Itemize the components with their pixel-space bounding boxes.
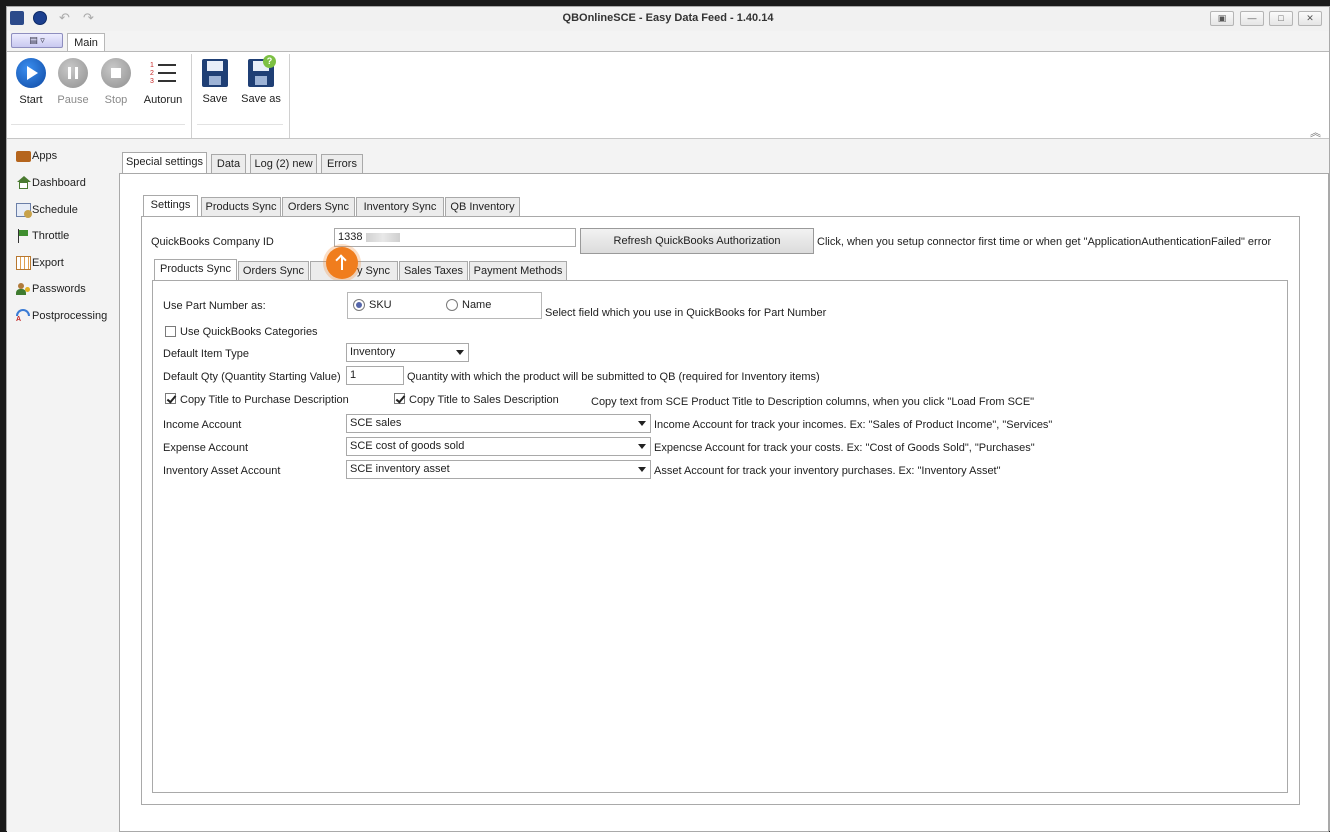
radio-name-label: Name — [462, 299, 492, 311]
floppy-disk-question-icon: ? — [248, 55, 276, 87]
copy-purchase-checkbox[interactable] — [165, 393, 176, 404]
item-type-label: Default Item Type — [163, 348, 250, 360]
ribbon-group-footer — [197, 124, 283, 125]
briefcase-icon — [16, 150, 31, 162]
autorun-button[interactable]: 123 Autorun — [142, 58, 184, 106]
calendar-clock-icon — [16, 203, 32, 218]
tab-inner-sales-taxes[interactable]: Sales Taxes — [399, 261, 468, 281]
ribbon-tab-strip: ▤ ▿ Main — [7, 31, 1329, 53]
use-categories-label: Use QuickBooks Categories — [180, 326, 318, 338]
company-id-label: QuickBooks Company ID — [151, 236, 274, 248]
table-icon — [16, 256, 31, 270]
chevron-down-icon — [638, 421, 646, 426]
users-key-icon — [16, 282, 31, 296]
radio-name[interactable] — [446, 299, 458, 311]
window-title: QBOnlineSCE - Easy Data Feed - 1.40.14 — [562, 12, 774, 24]
scroll-up-overlay-button[interactable] — [326, 247, 358, 279]
postprocessing-icon: A — [16, 309, 31, 323]
sidebar-item-throttle[interactable]: Throttle — [16, 227, 69, 245]
sidebar-item-dashboard[interactable]: Dashboard — [16, 174, 86, 192]
item-type-select[interactable]: Inventory — [346, 343, 469, 362]
sidebar: Apps Dashboard Schedule Throttle Export — [7, 140, 108, 832]
floppy-disk-icon — [202, 59, 228, 87]
main-content: Special settings Data Log (2) new Errors… — [108, 140, 1329, 832]
ribbon-group-separator — [289, 54, 290, 138]
refresh-hint-text: Click, when you setup connector first ti… — [817, 236, 1272, 248]
tab-errors[interactable]: Errors — [321, 154, 363, 174]
use-categories-checkbox[interactable] — [165, 326, 176, 337]
company-id-input[interactable]: 1338 — [334, 228, 576, 247]
tab-products-sync[interactable]: Products Sync — [201, 197, 281, 217]
ribbon-tab-main[interactable]: Main — [67, 33, 105, 53]
products-sync-panel: Use Part Number as: SKU Name Select fiel… — [152, 280, 1288, 793]
tab-inner-orders-sync[interactable]: Orders Sync — [238, 261, 309, 281]
asset-account-select[interactable]: SCE inventory asset — [346, 460, 651, 479]
tab-special-settings[interactable]: Special settings — [122, 152, 207, 174]
start-button[interactable]: Start — [15, 58, 47, 106]
income-account-select[interactable]: SCE sales — [346, 414, 651, 433]
asset-account-hint: Asset Account for track your inventory p… — [654, 465, 1001, 477]
numbered-list-icon: 123 — [148, 58, 178, 88]
minimize-button[interactable]: — — [1240, 11, 1264, 26]
title-bar: ↶ ↷ QBOnlineSCE - Easy Data Feed - 1.40.… — [7, 7, 1329, 31]
ribbon: Start Pause Stop 123 Autorun Save ? Save… — [7, 51, 1329, 139]
stop-button[interactable]: Stop — [100, 58, 132, 106]
play-icon — [16, 58, 46, 88]
save-button[interactable]: Save — [200, 58, 230, 105]
qty-input[interactable]: 1 — [346, 366, 404, 385]
close-button[interactable]: ✕ — [1298, 11, 1322, 26]
app-menu-button[interactable]: ▤ ▿ — [11, 33, 63, 48]
save-as-button[interactable]: ? Save as — [240, 55, 282, 105]
tab-log[interactable]: Log (2) new — [250, 154, 317, 174]
maximize-button[interactable]: □ — [1269, 11, 1293, 26]
redacted-value — [366, 232, 401, 242]
chevron-down-icon — [638, 444, 646, 449]
app-window: ↶ ↷ QBOnlineSCE - Easy Data Feed - 1.40.… — [6, 6, 1330, 832]
qty-hint: Quantity with which the product will be … — [407, 371, 820, 383]
chevron-down-icon — [456, 350, 464, 355]
tab-data[interactable]: Data — [211, 154, 246, 174]
tab-orders-sync[interactable]: Orders Sync — [282, 197, 355, 217]
tab-inner-payment-methods[interactable]: Payment Methods — [469, 261, 567, 281]
tab-settings[interactable]: Settings — [143, 195, 198, 217]
part-number-hint: Select field which you use in QuickBooks… — [545, 307, 827, 319]
restore-layout-button[interactable]: ▣ — [1210, 11, 1234, 26]
radio-sku[interactable] — [353, 299, 365, 311]
special-settings-panel: Settings Products Sync Orders Sync Inven… — [119, 173, 1329, 832]
pause-icon — [58, 58, 88, 88]
expense-account-hint: Expencse Account for track your costs. E… — [654, 442, 1035, 454]
pause-button[interactable]: Pause — [57, 58, 89, 106]
ribbon-group-separator — [191, 54, 192, 138]
qty-label: Default Qty (Quantity Starting Value) — [163, 371, 341, 383]
collapse-ribbon-icon[interactable]: ︽ — [1310, 124, 1321, 140]
tab-inventory-sync[interactable]: Inventory Sync — [356, 197, 444, 217]
copy-hint: Copy text from SCE Product Title to Desc… — [591, 396, 1035, 408]
settings-panel: QuickBooks Company ID 1338 Refresh Quick… — [141, 216, 1300, 805]
stop-icon — [101, 58, 131, 88]
tab-qb-inventory[interactable]: QB Inventory — [445, 197, 520, 217]
ribbon-group-footer — [11, 124, 185, 125]
copy-purchase-label: Copy Title to Purchase Description — [180, 394, 349, 406]
chevron-down-icon — [638, 467, 646, 472]
asset-account-label: Inventory Asset Account — [163, 465, 281, 477]
sidebar-item-postprocessing[interactable]: A Postprocessing — [16, 307, 107, 325]
flag-icon — [16, 229, 31, 243]
tab-inner-products-sync[interactable]: Products Sync — [154, 259, 237, 281]
income-account-hint: Income Account for track your incomes. E… — [654, 419, 1053, 431]
copy-sales-label: Copy Title to Sales Description — [409, 394, 559, 406]
part-number-label: Use Part Number as: — [163, 300, 266, 312]
expense-account-label: Expense Account — [163, 442, 249, 454]
refresh-authorization-button[interactable]: Refresh QuickBooks Authorization — [580, 228, 814, 254]
copy-sales-checkbox[interactable] — [394, 393, 405, 404]
income-account-label: Income Account — [163, 419, 242, 431]
radio-sku-label: SKU — [369, 299, 392, 311]
sidebar-item-export[interactable]: Export — [16, 254, 64, 272]
sidebar-item-apps[interactable]: Apps — [16, 147, 57, 165]
home-icon — [16, 176, 31, 190]
expense-account-select[interactable]: SCE cost of goods sold — [346, 437, 651, 456]
sidebar-item-schedule[interactable]: Schedule — [16, 201, 78, 219]
part-number-radiogroup: SKU Name — [347, 292, 542, 319]
sidebar-item-passwords[interactable]: Passwords — [16, 280, 86, 298]
